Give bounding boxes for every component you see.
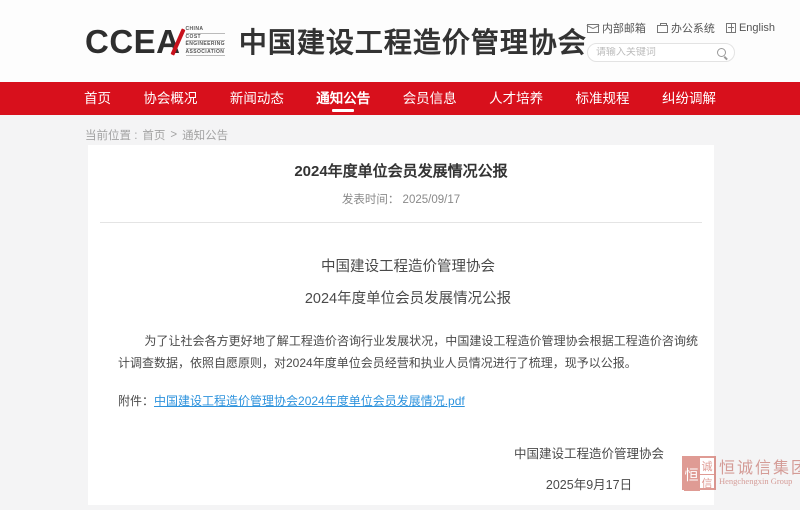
article-publish-date: 发表时间： 2025/09/17: [88, 191, 714, 207]
breadcrumb-separator: >: [170, 129, 177, 141]
main-nav: 首页 协会概况 新闻动态 通知公告 会员信息 人才培养 标准规程 纠纷调解: [0, 82, 800, 115]
header-tools: 内部邮箱 办公系统 English: [587, 20, 735, 62]
logo-subtext-line: ENGINEERING: [186, 41, 225, 49]
logo-wordmark: CCEA: [85, 25, 181, 58]
article-paragraph: 为了让社会各方更好地了解工程造价咨询行业发展状况，中国建设工程造价管理协会根据工…: [118, 330, 698, 374]
breadcrumb-home-link[interactable]: 首页: [142, 127, 165, 143]
logo-text: CCEA: [85, 23, 181, 60]
document-title-line: 2024年度单位会员发展情况公报: [118, 287, 698, 308]
attachment-label: 附件：: [118, 394, 154, 408]
signature-date: 2025年9月17日: [514, 474, 664, 493]
nav-item-about[interactable]: 协会概况: [141, 82, 199, 115]
logo-subtext-line: ASSOCIATION: [186, 49, 225, 57]
logo-subtext: CHINA COST ENGINEERING ASSOCIATION: [186, 26, 225, 56]
nav-item-standards[interactable]: 标准规程: [574, 82, 632, 115]
signature-org: 中国建设工程造价管理协会: [514, 443, 664, 462]
breadcrumb: 当前位置 : 首页 > 通知公告: [0, 115, 800, 143]
breadcrumb-current: 通知公告: [182, 127, 228, 143]
search-icon[interactable]: [717, 48, 726, 57]
quick-links: 内部邮箱 办公系统 English: [587, 20, 735, 36]
signature-block: 中国建设工程造价管理协会 2025年9月17日: [118, 443, 698, 493]
nav-item-training[interactable]: 人才培养: [487, 82, 545, 115]
nav-item-home[interactable]: 首页: [82, 82, 113, 115]
title-divider: [100, 222, 702, 223]
quick-link-label: English: [739, 22, 775, 34]
quick-link-label: 办公系统: [671, 20, 715, 36]
office-system-link[interactable]: 办公系统: [657, 20, 715, 36]
attachment-pdf-link[interactable]: 中国建设工程造价管理协会2024年度单位会员发展情况.pdf: [154, 394, 465, 408]
article-title: 2024年度单位会员发展情况公报: [88, 145, 714, 181]
internal-mail-link[interactable]: 内部邮箱: [587, 20, 646, 36]
mail-icon: [587, 24, 599, 33]
document-org-line: 中国建设工程造价管理协会: [118, 255, 698, 276]
quick-link-label: 内部邮箱: [602, 20, 646, 36]
watermark-name-en: Hengchengxin Group: [719, 477, 800, 486]
site-logo[interactable]: CCEA CHINA COST ENGINEERING ASSOCIATION …: [85, 21, 587, 61]
nav-item-notices[interactable]: 通知公告: [314, 82, 372, 115]
breadcrumb-prefix: 当前位置 :: [85, 127, 137, 143]
english-link[interactable]: English: [726, 20, 775, 36]
article-card: 2024年度单位会员发展情况公报 发表时间： 2025/09/17 中国建设工程…: [88, 145, 714, 505]
search-box: [587, 43, 735, 62]
site-header: CCEA CHINA COST ENGINEERING ASSOCIATION …: [0, 0, 800, 82]
article-body: 中国建设工程造价管理协会 2024年度单位会员发展情况公报 为了让社会各方更好地…: [88, 255, 714, 493]
search-input[interactable]: [596, 47, 713, 58]
watermark-name-cn: 恒诚信集团: [719, 460, 800, 478]
watermark-text: 恒诚信集团 Hengchengxin Group: [719, 460, 800, 487]
logo-subtext-line: COST: [186, 34, 225, 42]
attachment-row: 附件：中国建设工程造价管理协会2024年度单位会员发展情况.pdf: [118, 392, 698, 409]
office-system-icon: [657, 25, 668, 33]
nav-item-members[interactable]: 会员信息: [401, 82, 459, 115]
nav-item-news[interactable]: 新闻动态: [228, 82, 286, 115]
site-title: 中国建设工程造价管理协会: [239, 21, 587, 61]
language-icon: [726, 23, 736, 33]
nav-item-mediation[interactable]: 纠纷调解: [660, 82, 718, 115]
logo-subtext-line: CHINA: [186, 26, 225, 34]
